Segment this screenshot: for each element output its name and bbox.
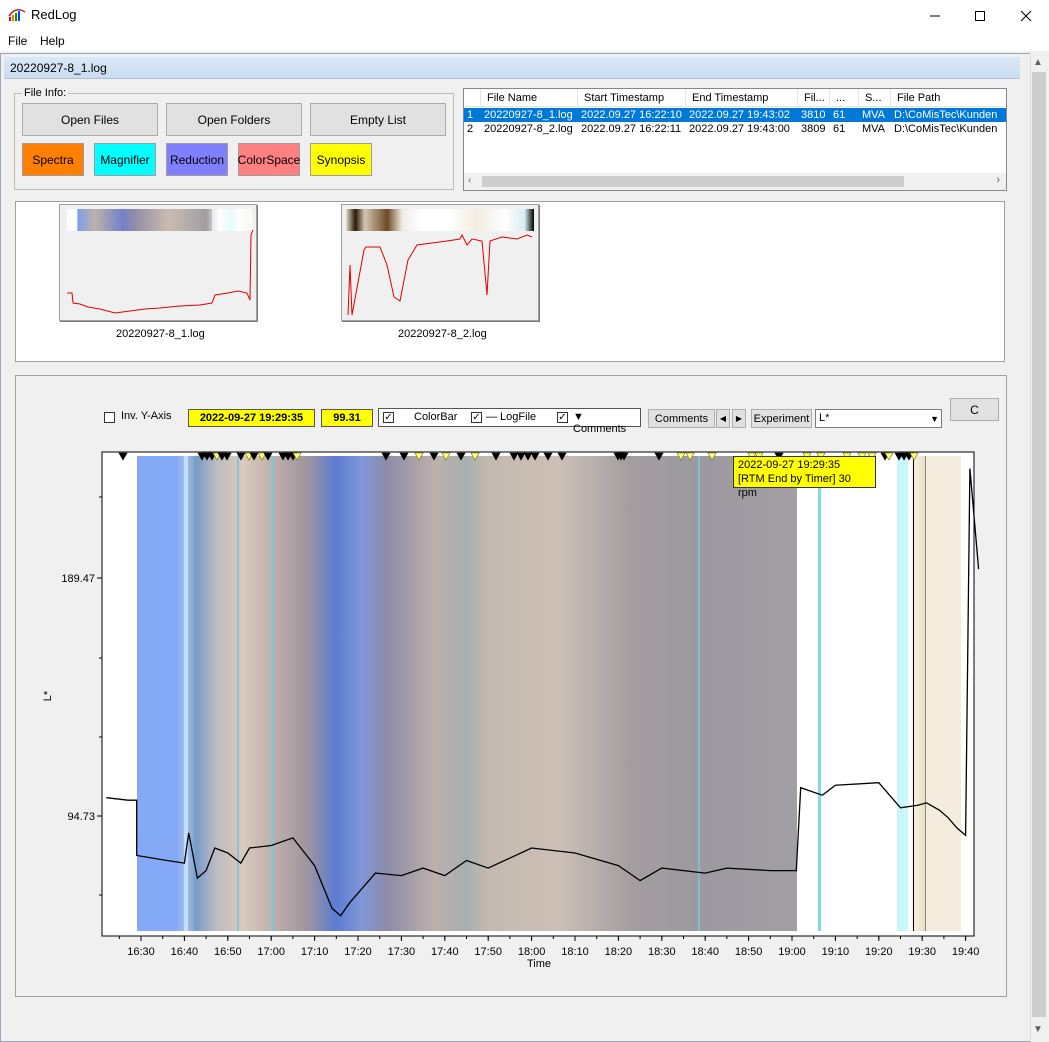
x-tick-label: 18:20	[605, 946, 633, 958]
x-tick-label: 18:30	[648, 946, 676, 958]
tooltip-time: 2022-09-27 19:29:35	[738, 459, 841, 471]
x-tick-label: 18:50	[735, 946, 763, 958]
x-tick-label: 17:10	[301, 946, 329, 958]
x-tick-label: 16:50	[214, 946, 242, 958]
comment-tooltip: 2022-09-27 19:29:35 [RTM End by Timer] 3…	[733, 456, 876, 499]
x-tick-label: 17:50	[474, 946, 502, 958]
x-tick-label: 16:30	[127, 946, 155, 958]
x-tick-label: 18:00	[518, 946, 546, 958]
x-tick-label: 18:10	[561, 946, 589, 958]
x-axis-label: Time	[527, 958, 552, 970]
x-tick-label: 17:40	[431, 946, 459, 958]
x-tick-label: 17:20	[344, 946, 372, 958]
y-axis-label: L*	[42, 690, 55, 702]
y-tick-label: 189.47	[61, 573, 95, 585]
x-tick-label: 16:40	[171, 946, 199, 958]
y-tick-label: 94.73	[67, 811, 95, 823]
x-axis: 16:30 16:40 16:50 17:00 17:10 17:20 17:30 17:40…	[118, 936, 980, 958]
tooltip-text: [RTM End by Timer] 30 rpm	[738, 473, 851, 499]
x-tick-label: 17:00	[257, 946, 285, 958]
x-tick-label: 19:20	[865, 946, 893, 958]
x-tick-label: 19:00	[778, 946, 806, 958]
x-tick-label: 19:40	[952, 946, 980, 958]
x-tick-label: 19:10	[822, 946, 850, 958]
y-axis: 189.47 94.73	[61, 496, 102, 896]
l-star-chart[interactable]: 16:30 16:40 16:50 17:00 17:10 17:20 17:30 17:40…	[0, 0, 1049, 1042]
x-tick-label: 18:40	[691, 946, 719, 958]
x-tick-label: 19:30	[908, 946, 936, 958]
x-tick-label: 17:30	[388, 946, 416, 958]
